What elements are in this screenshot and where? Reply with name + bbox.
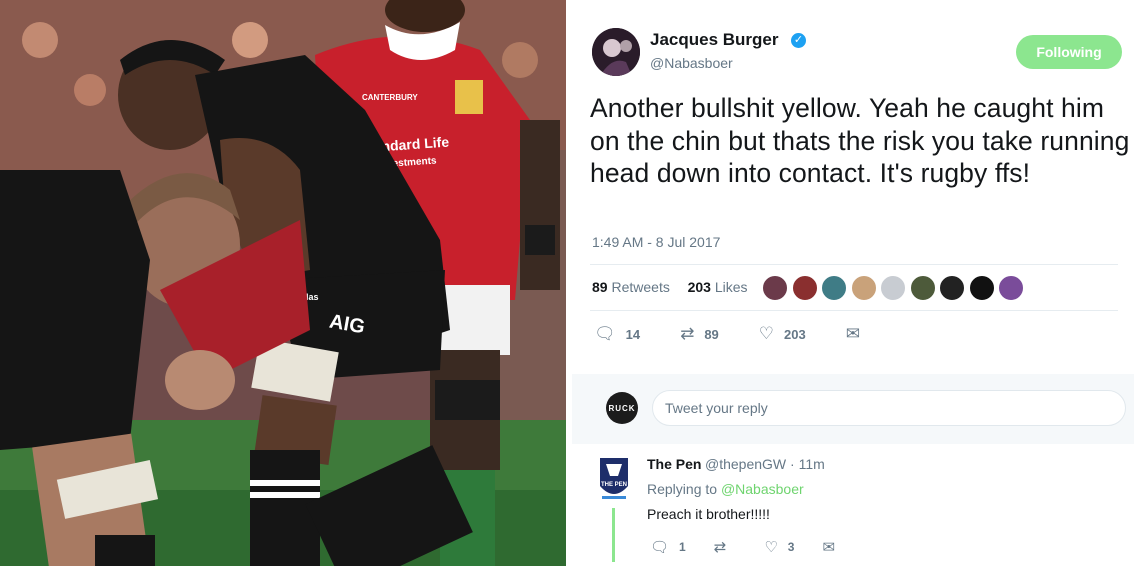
current-user-avatar: RUCK xyxy=(606,392,638,424)
reply-button[interactable]: 🗨︎ 14 xyxy=(594,324,640,344)
reply-reply-count: 1 xyxy=(679,540,686,554)
divider xyxy=(590,310,1118,311)
retweet-button[interactable]: ⇄ 89 xyxy=(680,324,719,344)
reply-compose-area: RUCK Tweet your reply xyxy=(572,374,1134,444)
liker-avatar[interactable] xyxy=(791,275,818,301)
reply-reply-button[interactable]: 🗨︎ 1 xyxy=(650,538,686,556)
retweet-count: 89 xyxy=(704,326,719,342)
liker-avatar[interactable] xyxy=(880,275,906,301)
reply-like-count: 3 xyxy=(787,540,795,554)
reply-icon: 🗨︎ xyxy=(650,539,670,556)
liker-avatar[interactable] xyxy=(939,275,965,301)
svg-text:THE PEN: THE PEN xyxy=(601,482,627,488)
retweets-count[interactable]: 89 xyxy=(592,279,608,295)
retweet-icon: ⇄ xyxy=(713,539,727,556)
author-handle[interactable]: @Nabasboer xyxy=(650,55,733,71)
thread-line xyxy=(612,508,615,562)
replying-to-label: Replying to xyxy=(647,481,718,497)
liker-avatar[interactable] xyxy=(762,275,788,301)
liker-avatar[interactable] xyxy=(821,275,847,301)
reply-count: 14 xyxy=(625,326,641,342)
liker-avatar[interactable] xyxy=(998,275,1024,301)
chest-brand-text: CANTERBURY xyxy=(362,93,418,102)
liker-avatar[interactable] xyxy=(909,275,936,301)
envelope-icon: ✉ xyxy=(822,539,836,556)
reply-author-name[interactable]: The Pen xyxy=(647,456,701,472)
liker-avatars xyxy=(762,275,1028,301)
engagement-stats: 89 Retweets 203 Likes xyxy=(592,279,748,295)
liker-avatar[interactable] xyxy=(850,275,877,301)
divider xyxy=(590,264,1118,265)
likes-count[interactable]: 203 xyxy=(688,279,711,295)
replying-to-mention[interactable]: @Nabasboer xyxy=(721,481,804,497)
tweet-card: Jacques Burger ✓ @Nabasboer Following An… xyxy=(572,0,1134,566)
reply-text: Preach it brother!!!!! xyxy=(647,506,770,522)
tweet-timestamp[interactable]: 1:49 AM - 8 Jul 2017 xyxy=(592,234,720,250)
envelope-icon: ✉ xyxy=(845,324,860,343)
replying-to: Replying to @Nabasboer xyxy=(647,481,804,497)
reply-dm-button[interactable]: ✉ xyxy=(822,538,845,556)
tweet-text: Another bullshit yellow. Yeah he caught … xyxy=(590,93,1130,188)
reply-tweet: THE PEN The Pen @thepenGW · 11m Replying… xyxy=(572,444,1134,566)
retweets-label[interactable]: Retweets xyxy=(611,279,669,295)
reply-input[interactable]: Tweet your reply xyxy=(652,390,1126,426)
match-photo: Standard Life Investments CANTERBURY AIG… xyxy=(0,0,566,566)
reply-like-button[interactable]: ♡ 3 xyxy=(764,538,794,556)
tweet-actions: 🗨︎ 14 ⇄ 89 ♡ 203 ✉ xyxy=(594,324,910,344)
liker-avatar[interactable] xyxy=(968,275,995,301)
likes-label[interactable]: Likes xyxy=(715,279,748,295)
reply-author-handle[interactable]: @thepenGW · 11m xyxy=(705,456,825,472)
reply-icon: 🗨︎ xyxy=(594,324,616,343)
the-pen-logo-icon[interactable]: THE PEN xyxy=(598,456,630,504)
heart-icon: ♡ xyxy=(764,539,778,556)
following-button[interactable]: Following xyxy=(1016,35,1122,69)
direct-message-button[interactable]: ✉ xyxy=(846,324,870,344)
retweet-icon: ⇄ xyxy=(680,324,695,343)
author-avatar[interactable] xyxy=(592,28,640,76)
author-name[interactable]: Jacques Burger xyxy=(650,30,779,50)
reply-retweet-button[interactable]: ⇄ xyxy=(714,538,737,556)
like-count: 203 xyxy=(784,326,806,342)
reply-actions: 🗨︎ 1 ⇄ ♡ 3 ✉ xyxy=(650,538,873,556)
like-button[interactable]: ♡ 203 xyxy=(759,324,806,344)
heart-icon: ♡ xyxy=(758,324,775,343)
verified-badge-icon: ✓ xyxy=(791,33,806,48)
